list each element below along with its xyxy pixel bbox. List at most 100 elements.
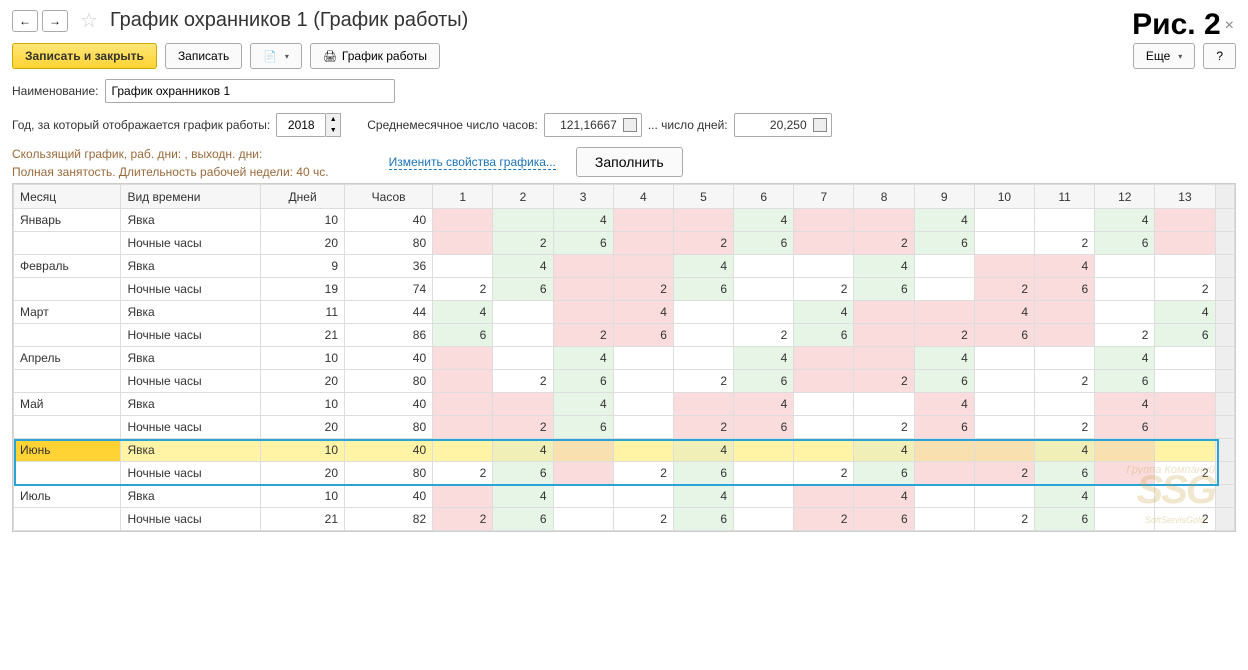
day-cell[interactable]: 6 [914,370,974,393]
day-cell[interactable] [613,347,673,370]
help-button[interactable]: ? [1203,43,1236,69]
scrollbar[interactable] [1215,370,1234,393]
calc-icon[interactable] [813,118,827,132]
column-header[interactable]: 3 [553,185,613,209]
summary-cell[interactable]: 20 [261,370,345,393]
day-cell[interactable] [1095,278,1155,301]
day-cell[interactable] [613,232,673,255]
day-cell[interactable]: 6 [1035,278,1095,301]
day-cell[interactable]: 4 [974,301,1034,324]
day-cell[interactable] [673,301,733,324]
time-type-cell[interactable]: Ночные часы [121,278,261,301]
column-header[interactable]: 7 [794,185,854,209]
day-cell[interactable] [1155,485,1215,508]
summary-cell[interactable]: 11 [261,301,345,324]
day-cell[interactable] [1155,255,1215,278]
time-type-cell[interactable]: Ночные часы [121,370,261,393]
scrollbar[interactable] [1215,301,1234,324]
scrollbar[interactable] [1215,485,1234,508]
schedule-grid[interactable]: МесяцВид времениДнейЧасов123456789101112… [12,183,1236,532]
summary-cell[interactable]: 40 [345,393,433,416]
day-cell[interactable] [914,301,974,324]
day-cell[interactable] [613,485,673,508]
day-cell[interactable] [433,255,493,278]
day-cell[interactable]: 6 [613,324,673,347]
day-cell[interactable] [553,485,613,508]
column-header[interactable]: 9 [914,185,974,209]
month-cell[interactable]: Апрель [14,347,121,370]
day-cell[interactable] [794,416,854,439]
day-cell[interactable] [1155,209,1215,232]
month-cell[interactable] [14,508,121,531]
day-cell[interactable] [433,416,493,439]
day-cell[interactable] [854,209,914,232]
day-cell[interactable] [613,439,673,462]
day-cell[interactable]: 2 [493,232,553,255]
day-cell[interactable]: 2 [673,370,733,393]
column-header[interactable]: 6 [734,185,794,209]
column-header[interactable]: Вид времени [121,185,261,209]
close-icon[interactable]: × [1225,17,1234,34]
day-cell[interactable]: 2 [794,462,854,485]
month-cell[interactable] [14,232,121,255]
day-cell[interactable] [1035,209,1095,232]
scrollbar[interactable] [1215,393,1234,416]
day-cell[interactable] [794,393,854,416]
change-props-link[interactable]: Изменить свойства графика... [389,155,556,170]
day-cell[interactable] [794,347,854,370]
day-cell[interactable]: 6 [673,462,733,485]
day-cell[interactable] [734,255,794,278]
day-cell[interactable]: 6 [734,416,794,439]
avg-hours-field[interactable]: 121,16667 [544,113,642,137]
day-cell[interactable] [1095,439,1155,462]
save-close-button[interactable]: Записать и закрыть [12,43,157,69]
time-type-cell[interactable]: Ночные часы [121,462,261,485]
time-type-cell[interactable]: Явка [121,393,261,416]
time-type-cell[interactable]: Ночные часы [121,416,261,439]
day-cell[interactable] [553,278,613,301]
time-type-cell[interactable]: Явка [121,347,261,370]
column-header[interactable]: Часов [345,185,433,209]
day-cell[interactable] [734,508,794,531]
day-cell[interactable]: 2 [1035,232,1095,255]
day-cell[interactable] [553,255,613,278]
month-cell[interactable]: Март [14,301,121,324]
day-cell[interactable] [1035,324,1095,347]
day-cell[interactable] [734,462,794,485]
day-cell[interactable]: 2 [794,508,854,531]
day-cell[interactable]: 4 [673,255,733,278]
day-cell[interactable]: 6 [1095,370,1155,393]
day-cell[interactable] [433,347,493,370]
day-cell[interactable]: 2 [974,508,1034,531]
day-cell[interactable] [433,485,493,508]
day-cell[interactable]: 6 [734,232,794,255]
day-cell[interactable]: 6 [1155,324,1215,347]
summary-cell[interactable]: 20 [261,232,345,255]
day-cell[interactable]: 4 [553,393,613,416]
day-cell[interactable]: 4 [493,439,553,462]
day-cell[interactable] [433,393,493,416]
month-cell[interactable] [14,370,121,393]
day-cell[interactable]: 2 [673,416,733,439]
day-cell[interactable]: 6 [794,324,854,347]
day-cell[interactable] [914,278,974,301]
day-cell[interactable]: 2 [1035,416,1095,439]
day-cell[interactable] [673,393,733,416]
day-cell[interactable] [794,209,854,232]
summary-cell[interactable]: 40 [345,209,433,232]
day-cell[interactable] [854,324,914,347]
summary-cell[interactable]: 36 [345,255,433,278]
scrollbar[interactable] [1215,232,1234,255]
scrollbar[interactable] [1215,278,1234,301]
day-cell[interactable] [613,370,673,393]
day-cell[interactable]: 2 [553,324,613,347]
day-cell[interactable]: 6 [734,370,794,393]
day-cell[interactable]: 4 [613,301,673,324]
day-cell[interactable] [1035,301,1095,324]
month-cell[interactable]: Февраль [14,255,121,278]
scrollbar[interactable] [1215,416,1234,439]
month-cell[interactable] [14,462,121,485]
day-cell[interactable] [974,485,1034,508]
summary-cell[interactable]: 80 [345,416,433,439]
day-cell[interactable] [914,255,974,278]
